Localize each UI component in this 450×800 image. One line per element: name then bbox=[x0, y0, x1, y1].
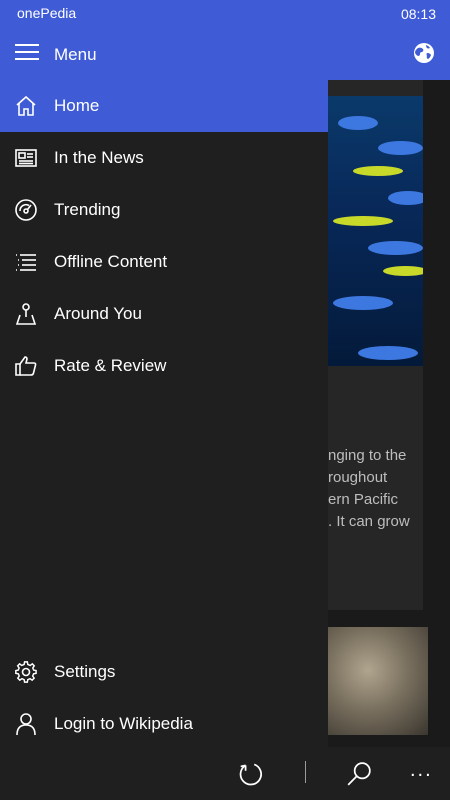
top-bar: Menu bbox=[0, 28, 450, 80]
nav-item-label: Rate & Review bbox=[54, 356, 167, 375]
nav-item-offline-content[interactable]: Offline Content bbox=[0, 236, 328, 288]
article-background: nging to the roughout ern Pacific . It c… bbox=[328, 80, 450, 747]
newspaper-icon bbox=[15, 149, 37, 167]
snippet-line: . It can grow bbox=[328, 513, 410, 530]
refresh-icon[interactable] bbox=[238, 761, 264, 787]
featured-article-card[interactable]: nging to the roughout ern Pacific . It c… bbox=[328, 80, 423, 610]
hamburger-icon[interactable] bbox=[15, 44, 39, 64]
app-bar-separator bbox=[305, 761, 306, 783]
nav-item-trending[interactable]: Trending bbox=[0, 184, 328, 236]
secondary-photo[interactable] bbox=[328, 627, 428, 735]
list-icon bbox=[16, 254, 36, 271]
home-icon bbox=[16, 95, 36, 116]
nav-item-label: Settings bbox=[54, 662, 116, 681]
nav-item-home[interactable]: Home bbox=[0, 80, 328, 132]
snippet-line: nging to the bbox=[328, 447, 407, 464]
nav-item-label: In the News bbox=[54, 148, 144, 167]
app-bar: ... bbox=[0, 747, 450, 800]
nav-item-rate-review[interactable]: Rate & Review bbox=[0, 340, 328, 392]
status-bar: onePedia 08:13 bbox=[0, 0, 450, 28]
globe-icon[interactable] bbox=[412, 41, 436, 65]
person-icon bbox=[16, 713, 36, 736]
snippet-line: roughout bbox=[328, 469, 388, 486]
nav-item-around-you[interactable]: Around You bbox=[0, 288, 328, 340]
fish-image bbox=[328, 96, 423, 366]
speedometer-icon bbox=[15, 199, 37, 221]
article-snippet: nging to the roughout ern Pacific . It c… bbox=[328, 445, 423, 533]
more-button[interactable]: ... bbox=[410, 759, 433, 782]
map-pin-icon bbox=[15, 303, 37, 325]
nav-item-label: Offline Content bbox=[54, 252, 168, 271]
app-name: onePedia bbox=[17, 5, 77, 21]
clock: 08:13 bbox=[400, 6, 436, 22]
nav-item-label: Trending bbox=[54, 200, 121, 219]
navigation-drawer: Home In the News Trending Offline Conten… bbox=[0, 80, 328, 747]
nav-item-settings[interactable]: Settings bbox=[0, 646, 328, 698]
snippet-line: ern Pacific bbox=[328, 491, 399, 508]
nav-item-in-the-news[interactable]: In the News bbox=[0, 132, 328, 184]
nav-item-label: Around You bbox=[54, 304, 142, 323]
nav-item-label: Login to Wikipedia bbox=[54, 714, 193, 733]
search-icon[interactable] bbox=[346, 761, 372, 787]
menu-title: Menu bbox=[54, 45, 97, 64]
nav-item-label: Home bbox=[54, 96, 100, 115]
thumbs-up-icon bbox=[15, 356, 37, 376]
gear-icon bbox=[15, 661, 37, 683]
nav-item-login[interactable]: Login to Wikipedia bbox=[0, 698, 328, 750]
